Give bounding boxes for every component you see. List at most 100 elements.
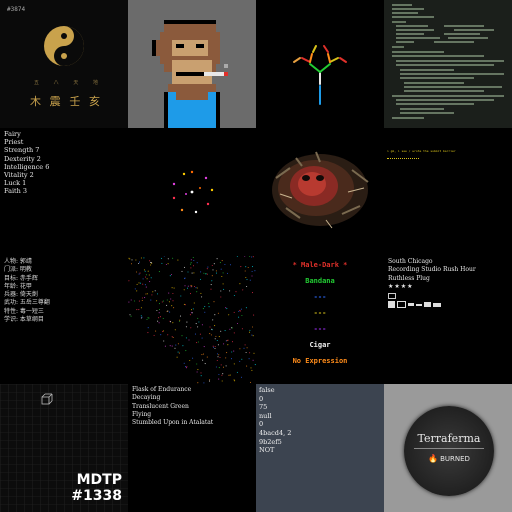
scatter-dot: [249, 381, 252, 383]
scatter-dot: [160, 257, 163, 259]
scatter-dot: [239, 360, 241, 362]
scatter-dot: [239, 309, 241, 311]
scatter-dot: [217, 356, 219, 358]
tile-chicago[interactable]: South Chicago Recording Studio Rush Hour…: [384, 256, 512, 384]
scatter-dot: [143, 257, 145, 259]
tile-branches[interactable]: [256, 0, 384, 128]
scatter-dot: [140, 307, 142, 309]
scatter-dot: [215, 270, 217, 272]
scatter-dot: [195, 323, 197, 325]
scatter-dot: [246, 347, 248, 349]
scatter-dot: [129, 258, 131, 260]
scatter-dot: [210, 288, 212, 290]
scatter-dot: [141, 299, 143, 302]
scatter-dot: [153, 334, 155, 336]
burned-label: BURNED: [440, 454, 470, 463]
scatter-dot: [233, 363, 235, 365]
tile-yinyang[interactable]: #3874 五 八 天 地 木 震 壬 亥: [0, 0, 128, 128]
scatter-dot: [190, 262, 192, 264]
scatter-dot: [228, 374, 230, 376]
scatter-dot: [191, 312, 193, 314]
scatter-dot: [213, 301, 215, 303]
scatter-dot: [185, 366, 187, 368]
scatter-dot: [200, 271, 202, 273]
tile-particle-ring[interactable]: [128, 128, 256, 256]
scatter-dot: [224, 263, 226, 266]
scatter-dot: [250, 367, 252, 369]
chicago-list: South Chicago Recording Studio Rush Hour…: [388, 258, 476, 291]
tile-pixel-ape[interactable]: [128, 0, 256, 128]
tile-stats[interactable]: Fairy Priest Strength 7 Dexterity 2 Inte…: [0, 128, 128, 256]
tile-dot-scatter[interactable]: [128, 256, 256, 384]
scatter-dot: [181, 270, 183, 272]
scatter-dot: [168, 301, 170, 303]
scatter-dot: [188, 339, 190, 341]
scatter-dot: [229, 328, 231, 330]
scatter-dot: [202, 359, 204, 361]
scatter-dot: [190, 284, 192, 286]
loot-list: Flask of Endurance Decaying Translucent …: [132, 386, 213, 427]
nft-gallery-grid: #3874 五 八 天 地 木 震 壬 亥 Fairy Priest Stren…: [0, 0, 512, 512]
scatter-dot: [196, 342, 198, 344]
scatter-dot: [244, 256, 246, 257]
scatter-dot: [251, 270, 253, 273]
scatter-dot: [138, 261, 141, 263]
tile-terminal[interactable]: > gm, i see / wrote the submit barrier: [384, 128, 512, 256]
trait-item: No Expression: [292, 357, 348, 365]
trait-dash-purple: ---: [313, 325, 327, 333]
scatter-dot: [210, 334, 212, 336]
loot-line: Flying: [132, 410, 152, 418]
scatter-dot: [172, 336, 174, 339]
scatter-dot: [233, 350, 235, 352]
tile-code[interactable]: [384, 0, 512, 128]
scatter-dot: [225, 340, 227, 342]
scatter-dot: [176, 356, 178, 358]
gun-icon: [408, 303, 414, 306]
stat-line: Fairy: [4, 130, 21, 138]
scatter-dot: [147, 317, 149, 319]
scatter-dot: [251, 369, 253, 371]
scatter-dot: [248, 358, 250, 360]
scatter-dot: [213, 263, 215, 265]
scatter-dot: [140, 317, 142, 319]
tile-loot[interactable]: Flask of Endurance Decaying Translucent …: [128, 384, 256, 512]
scatter-dot: [226, 352, 228, 354]
scatter-dot: [197, 317, 199, 319]
scatter-dot: [128, 301, 130, 303]
small-char: 八: [53, 80, 59, 86]
scatter-dot: [145, 286, 147, 288]
tile-values[interactable]: false 0 75 null 0 4bacd4, 2 9b2ef5 NOT: [256, 384, 384, 512]
scatter-dot: [170, 298, 172, 300]
tile-dark-mask[interactable]: [256, 128, 384, 256]
scatter-dot: [227, 344, 229, 346]
scatter-dot: [246, 285, 248, 288]
scatter-dot: [236, 256, 238, 257]
tile-mdtp[interactable]: MDTP #1338: [0, 384, 128, 512]
scatter-dot: [149, 281, 151, 283]
scatter-dot: [166, 299, 168, 301]
value-line: false: [259, 386, 275, 394]
scatter-dot: [208, 380, 211, 382]
scatter-dot: [208, 302, 210, 304]
trait-item: Bandana: [305, 277, 335, 285]
scatter-dot: [187, 271, 189, 273]
tile-chinese-stats[interactable]: 人物: 郭靖 门派: 明教 目标: 赤手辉 年龄: 花甲 兵器: 倚天劍 武功:…: [0, 256, 128, 384]
scatter-dot: [161, 262, 163, 264]
chinese-line: 目标: 赤手辉: [4, 274, 38, 282]
scatter-dot: [226, 308, 228, 310]
scatter-dot: [142, 283, 144, 285]
scatter-dot: [147, 270, 149, 272]
tile-traits[interactable]: * Male-Dark * Bandana --- --- --- Cigar …: [256, 256, 384, 384]
scatter-dot: [159, 316, 162, 318]
scatter-dot: [212, 319, 214, 321]
tile-terraferma[interactable]: Terraferma 🔥 BURNED: [384, 384, 512, 512]
scatter-dot: [173, 307, 175, 309]
scatter-dot: [162, 317, 164, 320]
scatter-dot: [156, 300, 158, 302]
scatter-dot: [130, 299, 132, 301]
scatter-dot: [192, 308, 194, 310]
value-line: 0: [259, 394, 264, 403]
trait-dash-yellow: ---: [313, 309, 327, 317]
scatter-dot: [214, 314, 216, 316]
scatter-dot: [201, 296, 203, 298]
